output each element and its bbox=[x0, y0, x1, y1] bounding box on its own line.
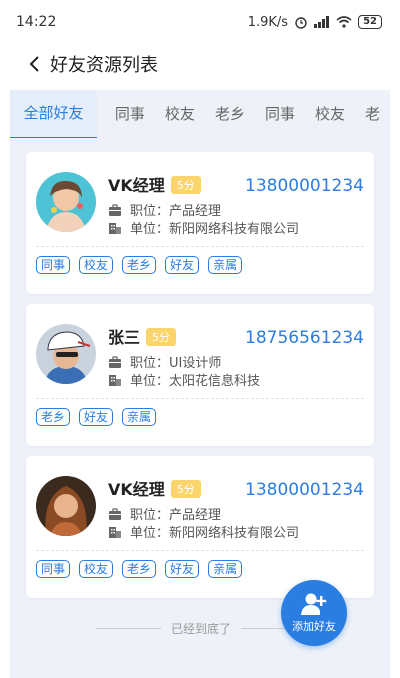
tab-colleague-2[interactable]: 同事 bbox=[255, 90, 305, 138]
avatar bbox=[36, 324, 96, 384]
wifi-icon bbox=[336, 16, 352, 28]
score-badge: 5分 bbox=[170, 480, 201, 498]
tab-alumni[interactable]: 校友 bbox=[155, 90, 205, 138]
phone-number[interactable]: 18756561234 bbox=[245, 328, 364, 348]
company-line: 单位： 太阳花信息科技 bbox=[108, 370, 260, 389]
status-time: 14:22 bbox=[16, 14, 57, 30]
building-icon bbox=[109, 374, 121, 386]
add-user-icon bbox=[301, 593, 327, 615]
tab-all-friends[interactable]: 全部好友 bbox=[10, 90, 97, 138]
tag[interactable]: 好友 bbox=[165, 560, 200, 578]
position-line: 职位： UI设计师 bbox=[108, 352, 221, 371]
tag[interactable]: 好友 bbox=[79, 408, 114, 426]
score-badge: 5分 bbox=[146, 328, 177, 346]
divider bbox=[36, 550, 364, 551]
end-of-list-text: 已经到底了 bbox=[171, 622, 232, 636]
page-title: 好友资源列表 bbox=[50, 55, 158, 76]
friend-name: VK经理 5分 bbox=[108, 476, 201, 500]
tab-bar: 全部好友 同事 校友 老乡 同事 校友 老 bbox=[10, 90, 390, 138]
tag[interactable]: 同事 bbox=[36, 256, 71, 274]
chevron-left-icon bbox=[29, 56, 39, 72]
network-speed: 1.9K/s bbox=[247, 14, 289, 30]
briefcase-icon bbox=[109, 355, 121, 368]
score-badge: 5分 bbox=[170, 176, 201, 194]
friend-card[interactable]: 张三 5分 18756561234 职位： UI设计师 单位： 太阳花信息科技 老乡 … bbox=[26, 304, 374, 446]
friend-name: 张三 5分 bbox=[108, 324, 177, 348]
alarm-icon bbox=[295, 17, 307, 29]
avatar bbox=[36, 172, 96, 232]
tab-alumni-2[interactable]: 校友 bbox=[305, 90, 355, 138]
friend-card[interactable]: VK经理 5分 13800001234 职位： 产品经理 单位： 新阳网络科技有限公司… bbox=[26, 456, 374, 598]
add-friend-label: 添加好友 bbox=[292, 620, 336, 633]
avatar bbox=[36, 476, 96, 536]
divider bbox=[36, 246, 364, 247]
battery-icon: 52 bbox=[358, 15, 382, 29]
position-line: 职位： 产品经理 bbox=[108, 200, 221, 219]
status-icons: 1.9K/s 52 bbox=[248, 15, 382, 30]
tag[interactable]: 老乡 bbox=[122, 256, 157, 274]
tag-list: 老乡 好友 亲属 bbox=[36, 408, 157, 426]
tag[interactable]: 校友 bbox=[79, 560, 114, 578]
phone-number[interactable]: 13800001234 bbox=[245, 176, 364, 196]
building-icon bbox=[109, 526, 121, 538]
briefcase-icon bbox=[109, 507, 121, 520]
position-line: 职位： 产品经理 bbox=[108, 504, 221, 523]
divider bbox=[36, 398, 364, 399]
briefcase-icon bbox=[109, 203, 121, 216]
tag[interactable]: 校友 bbox=[79, 256, 114, 274]
tag[interactable]: 亲属 bbox=[208, 256, 243, 274]
divider bbox=[96, 628, 161, 629]
friend-card[interactable]: VK经理 5分 13800001234 职位： 产品经理 单位： 新阳网络科技有限公司… bbox=[26, 152, 374, 294]
tab-colleague[interactable]: 同事 bbox=[105, 90, 155, 138]
company-line: 单位： 新阳网络科技有限公司 bbox=[108, 522, 299, 541]
tag-list: 同事 校友 老乡 好友 亲属 bbox=[36, 560, 243, 578]
tag[interactable]: 好友 bbox=[165, 256, 200, 274]
status-bar: 14:22 1.9K/s 52 bbox=[0, 0, 400, 44]
building-icon bbox=[109, 222, 121, 234]
nav-bar: 好友资源列表 bbox=[0, 44, 400, 84]
tag[interactable]: 亲属 bbox=[208, 560, 243, 578]
tag[interactable]: 老乡 bbox=[122, 560, 157, 578]
tab-hometown-2[interactable]: 老 bbox=[355, 90, 390, 138]
end-of-list: 已经到底了 bbox=[96, 620, 307, 637]
signal-icon bbox=[314, 16, 330, 28]
phone-number[interactable]: 13800001234 bbox=[245, 480, 364, 500]
tab-hometown[interactable]: 老乡 bbox=[205, 90, 255, 138]
add-friend-button[interactable]: 添加好友 bbox=[281, 580, 347, 646]
friend-name: VK经理 5分 bbox=[108, 172, 201, 196]
tag[interactable]: 同事 bbox=[36, 560, 71, 578]
tag[interactable]: 老乡 bbox=[36, 408, 71, 426]
tag-list: 同事 校友 老乡 好友 亲属 bbox=[36, 256, 243, 274]
company-line: 单位： 新阳网络科技有限公司 bbox=[108, 218, 299, 237]
tag[interactable]: 亲属 bbox=[122, 408, 157, 426]
